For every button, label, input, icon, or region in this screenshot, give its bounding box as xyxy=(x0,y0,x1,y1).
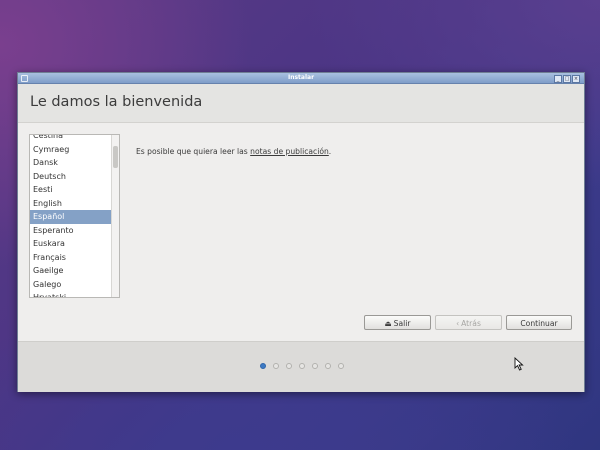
continue-button[interactable]: Continuar xyxy=(506,315,572,330)
language-item[interactable]: Eesti xyxy=(30,183,112,197)
language-item[interactable]: English xyxy=(30,197,112,211)
step-dot xyxy=(312,363,318,369)
language-item[interactable]: Deutsch xyxy=(30,170,112,184)
continue-label: Continuar xyxy=(520,319,558,328)
language-list-scrollbar[interactable] xyxy=(111,135,119,297)
page-title: Le damos la bienvenida xyxy=(30,94,203,110)
step-dot xyxy=(325,363,331,369)
language-item[interactable]: Gaeilge xyxy=(30,264,112,278)
release-notes-prefix: Es posible que quiera leer las xyxy=(136,147,251,156)
maximize-button[interactable]: □ xyxy=(563,75,571,83)
language-list-items: Čeština Cymraeg Dansk Deutsch Eesti English Es… xyxy=(30,135,112,297)
step-dot xyxy=(273,363,279,369)
progress-footer xyxy=(18,341,584,392)
language-item[interactable]: Dansk xyxy=(30,156,112,170)
quit-icon: ⏏ xyxy=(384,319,392,328)
language-item[interactable]: Français xyxy=(30,251,112,265)
mouse-pointer-icon xyxy=(514,357,524,371)
step-dot xyxy=(338,363,344,369)
release-notes-link[interactable]: notas de publicación xyxy=(250,147,329,156)
close-button[interactable]: × xyxy=(572,75,580,83)
quit-button[interactable]: ⏏ Salir xyxy=(364,315,431,330)
language-item[interactable]: Euskara xyxy=(30,237,112,251)
language-item[interactable]: Čeština xyxy=(30,135,112,143)
language-item[interactable]: Esperanto xyxy=(30,224,112,238)
main-content: Es posible que quiera leer las notas de … xyxy=(119,134,584,296)
title-bar[interactable]: Instalar _ □ × xyxy=(18,73,584,84)
language-item[interactable]: Español xyxy=(30,210,112,224)
minimize-button[interactable]: _ xyxy=(554,75,562,83)
step-dot xyxy=(299,363,305,369)
page-header: Le damos la bienvenida xyxy=(18,84,584,123)
installer-window: Instalar _ □ × Le damos la bienvenida Če… xyxy=(17,72,585,392)
scrollbar-thumb[interactable] xyxy=(113,146,118,168)
release-notes-suffix: . xyxy=(328,147,332,156)
language-list[interactable]: Čeština Cymraeg Dansk Deutsch Eesti English Es… xyxy=(29,134,120,298)
step-dot xyxy=(260,363,266,369)
window-title: Instalar xyxy=(287,74,315,81)
language-item[interactable]: Hrvatski xyxy=(30,291,112,297)
back-button[interactable]: ‹ Atrás xyxy=(435,315,502,330)
back-chevron-icon: ‹ xyxy=(456,319,460,328)
release-notes-text: Es posible que quiera leer las notas de … xyxy=(136,147,331,156)
language-item[interactable]: Cymraeg xyxy=(30,143,112,157)
step-dot xyxy=(286,363,292,369)
quit-label: Salir xyxy=(393,319,411,328)
language-item[interactable]: Galego xyxy=(30,278,112,292)
back-label: Atrás xyxy=(461,319,481,328)
